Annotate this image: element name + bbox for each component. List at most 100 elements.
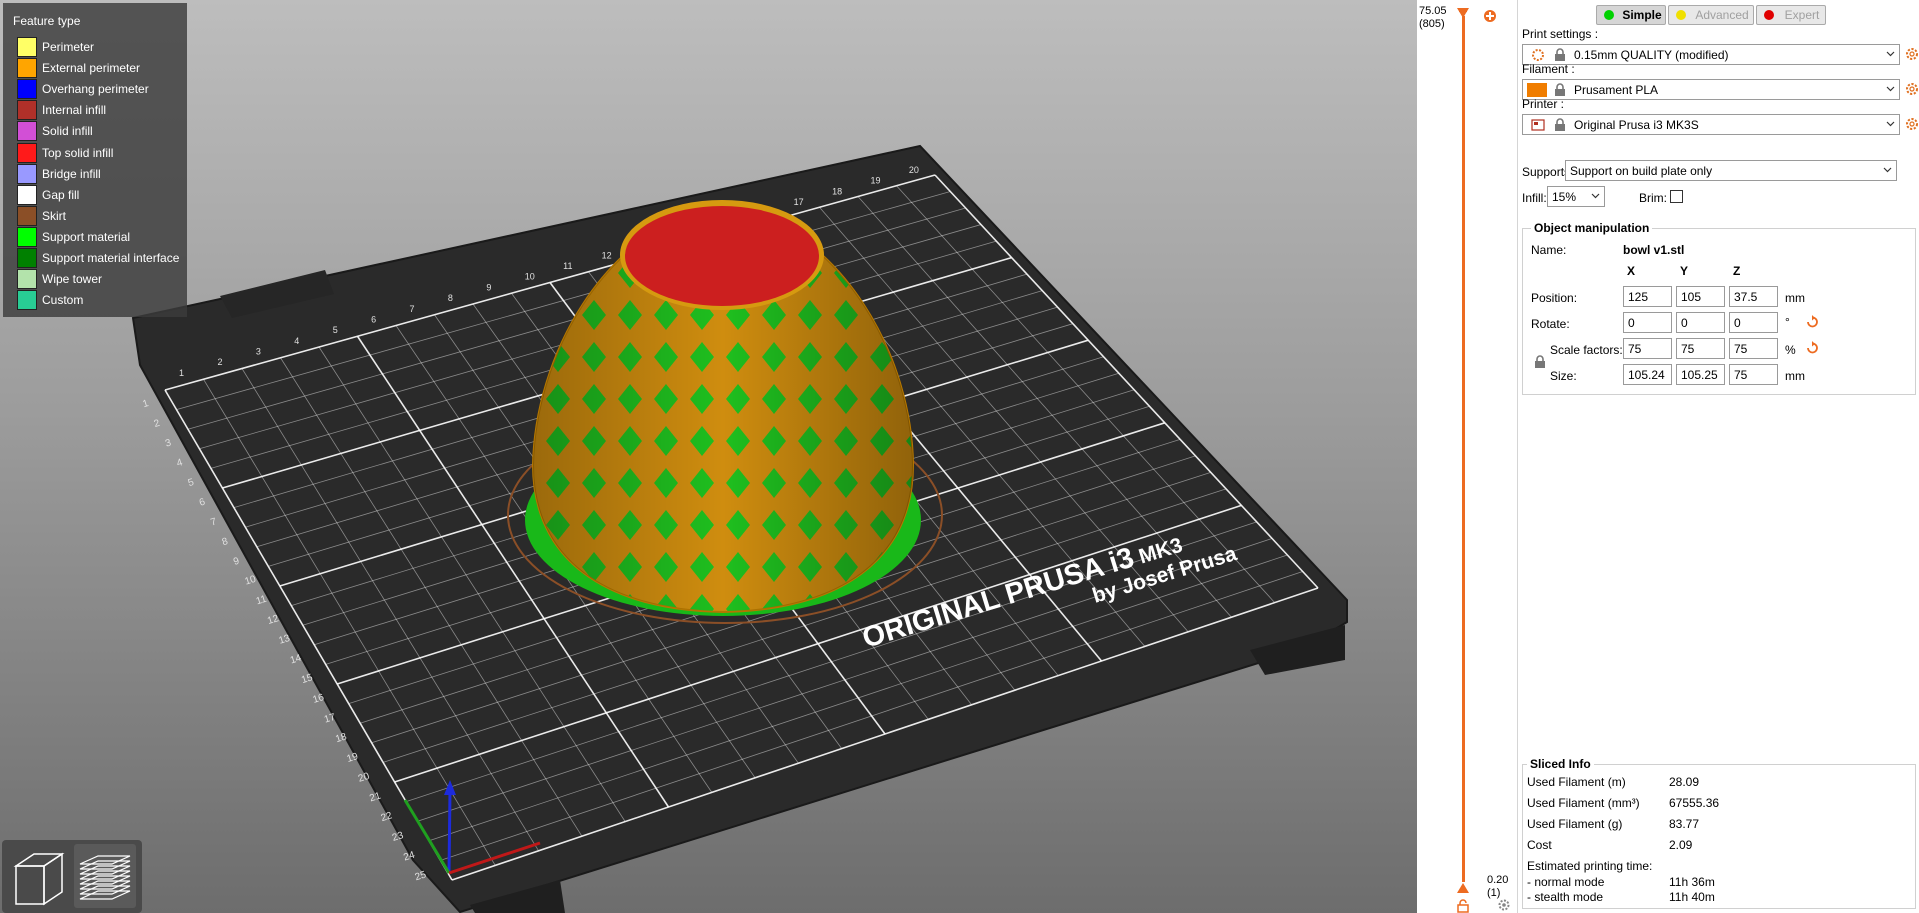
rotate-unit: ° [1785,315,1790,329]
filament-combo[interactable]: Prusament PLA [1522,79,1900,100]
filament-value: Prusament PLA [1574,83,1659,97]
gear-icon[interactable] [1904,46,1919,62]
rotate-label: Rotate: [1531,317,1570,331]
legend-swatch [17,100,37,121]
chevron-down-icon [1886,86,1895,92]
x-tick-label: 1 [141,398,150,410]
bowl-top-solid-infill [625,206,819,306]
layer-line [79,870,131,880]
position-z-field[interactable]: 37.5 [1729,286,1778,307]
position-unit: mm [1785,291,1805,305]
y-tick-label: 3 [256,346,261,356]
object-name-value: bowl v1.stl [1623,243,1685,257]
legend-label: Overhang perimeter [42,82,149,97]
legend-swatch [17,290,37,311]
legend-swatch [17,226,37,247]
slider-top-thumb[interactable] [1456,5,1470,19]
info-value: 28.09 [1669,775,1700,789]
y-tick-label: 19 [870,176,880,186]
legend-swatch [17,121,37,142]
mode-simple-button[interactable]: Simple [1596,5,1666,25]
legend-label: Support material [42,229,131,244]
layer-line [79,860,131,870]
x-tick-label: 6 [198,497,207,509]
y-tick-label: 18 [832,186,842,196]
preview-button[interactable] [74,844,136,908]
legend-label: Skirt [42,208,66,223]
scale-z-field[interactable]: 75 [1729,338,1778,359]
slider-top-height: 75.05 [1419,5,1447,17]
print-settings-combo[interactable]: 0.15mm QUALITY (modified) [1522,44,1900,65]
col-z-header: Z [1733,264,1741,278]
infill-combo[interactable]: 15% [1547,186,1605,207]
slider-bottom-thumb[interactable] [1456,882,1470,896]
layer-line [79,890,131,900]
stealth-mode-label: - stealth mode [1527,890,1604,904]
rotate-y-field[interactable]: 0 [1676,312,1725,333]
legend-swatch [17,37,37,57]
3d-view-button[interactable] [6,844,68,908]
scale-lock-icon[interactable] [1534,355,1546,369]
position-x-field[interactable]: 125 [1623,286,1672,307]
size-z-field[interactable]: 75 [1729,364,1778,385]
view-toggle-bar [2,840,142,913]
printer-value: Original Prusa i3 MK3S [1574,118,1699,132]
layer-line [79,855,131,865]
rotate-x-field[interactable]: 0 [1623,312,1672,333]
time-label: Estimated printing time: [1527,859,1653,873]
scale-x-field[interactable]: 75 [1623,338,1672,359]
y-tick-label: 17 [794,197,804,207]
printer-combo[interactable]: Original Prusa i3 MK3S [1522,114,1900,135]
mode-expert-button[interactable]: Expert [1756,5,1826,25]
mode-dot-icon [1676,10,1686,20]
legend-swatch [17,184,37,205]
printer-icon [1531,119,1545,131]
x-tick-label: 9 [232,556,241,568]
scene-canvas[interactable]: 1234567891011121314151617181920212223242… [0,0,1417,913]
x-tick-label: 3 [164,437,173,449]
slider-top-layer: (805) [1419,18,1445,30]
y-tick-label: 10 [525,272,535,282]
y-tick-label: 1 [179,368,184,378]
col-x-header: X [1627,264,1636,278]
rotate-z-field[interactable]: 0 [1729,312,1778,333]
lock-icon[interactable] [1456,899,1470,913]
brim-checkbox[interactable] [1670,190,1683,203]
cog-icon[interactable] [1497,898,1511,912]
sliced-info-panel: Sliced Info Used Filament (m) 28.09 Used… [1522,757,1916,909]
infill-label: Infill: [1522,191,1547,205]
size-label: Size: [1550,369,1577,383]
mode-advanced-button[interactable]: Advanced [1668,5,1754,25]
layer-slider[interactable]: 75.05 (805) 0.20 (1) [1417,0,1517,913]
position-y-field[interactable]: 105 [1676,286,1725,307]
supports-combo[interactable]: Support on build plate only [1565,160,1897,181]
gear-icon[interactable] [1904,116,1919,132]
reset-rotation-icon[interactable] [1805,315,1819,329]
info-value: 2.09 [1669,838,1693,852]
size-x-field[interactable]: 105.24 [1623,364,1672,385]
x-tick-label: 8 [221,536,230,548]
legend-swatch [17,58,37,79]
legend-swatch [17,248,37,268]
size-y-field[interactable]: 105.25 [1676,364,1725,385]
lock-icon [1555,48,1565,61]
legend-label: Top solid infill [42,145,114,160]
legend-title: Feature type [13,14,81,28]
gear-icon[interactable] [1904,81,1919,97]
legend-label: Custom [42,293,84,308]
slider-track [1462,16,1465,882]
print-settings-icon [1532,49,1544,61]
add-color-change-icon[interactable] [1483,9,1497,23]
chevron-down-icon [1883,167,1892,173]
legend-label: Support material interface [42,251,180,265]
feature-type-legend: Feature type Perimeter External perimeter… [3,3,187,317]
printer-label: Printer : [1522,97,1565,111]
filament-label: Filament : [1522,62,1575,76]
3d-viewport[interactable]: 1 2 3 4 5 6 7 8 9 10 11 12 13 14 15 16 17 18 19 20 21 22 23 24 2… [0,0,1417,913]
reset-scale-icon[interactable] [1805,341,1819,355]
col-y-header: Y [1680,264,1689,278]
scale-y-field[interactable]: 75 [1676,338,1725,359]
chevron-down-icon [1886,51,1895,57]
y-tick-label: 20 [909,165,919,175]
legend-label: Solid infill [42,124,93,139]
